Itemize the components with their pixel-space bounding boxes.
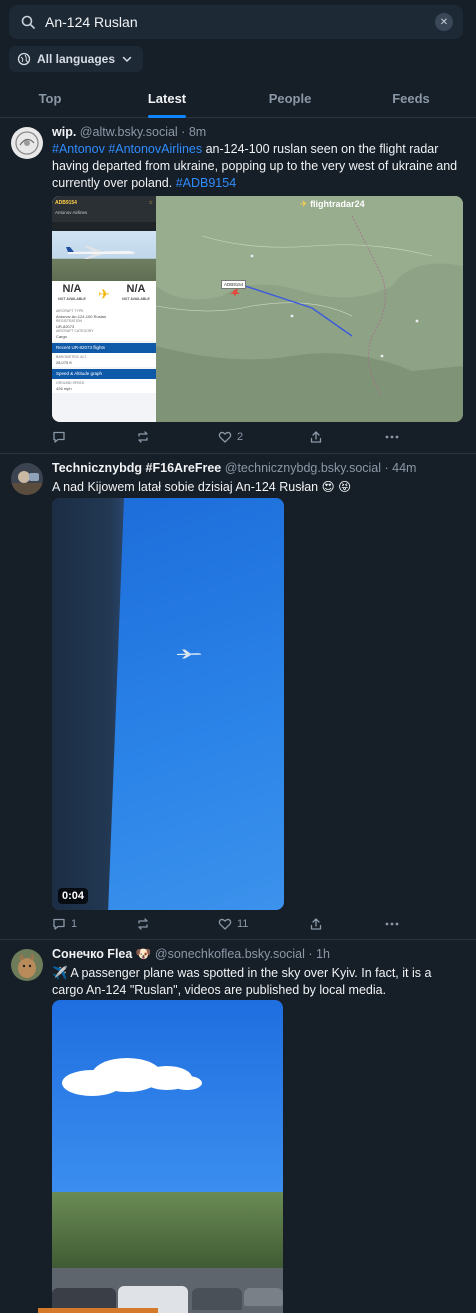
reply-icon [53,918,65,930]
tab-top[interactable]: Top [0,80,100,117]
route-plane-icon: ✈ [98,285,110,302]
post[interactable]: wip. @altw.bsky.social · 8m #Antonov #An… [0,118,476,454]
post-text: #Antonov #AntonovAirlines an-124-100 rus… [52,141,462,192]
share-icon [310,918,322,930]
speed-details: GROUND SPEED 426 mph [52,379,156,393]
tree-line [52,1192,283,1270]
hashtag-link[interactable]: #AntonovAirlines [108,142,202,156]
post-video[interactable] [52,1000,283,1313]
airplane-icon [177,649,202,659]
flight-info-header: ADB9154 ☆ [52,196,156,210]
flight-status-bar [52,222,156,231]
hashtag-link[interactable]: #ADB9154 [176,176,236,190]
search-tabs: Top Latest People Feeds [0,80,476,118]
loading-indicator [38,1308,158,1313]
more-options-button[interactable] [384,430,400,444]
airline-name: Antonov Airlines [52,210,156,222]
cloud [172,1076,202,1090]
post-actions: 1 11 [52,917,462,933]
car [192,1288,242,1310]
author-handle[interactable]: @altw.bsky.social [80,125,178,139]
post-text: ✈️ A passenger plane was spotted in the … [52,966,432,997]
post-header: Technicznybdg #F16AreFree @technicznybdg… [52,461,416,475]
clear-search-icon[interactable]: ✕ [435,13,453,31]
heart-icon [218,431,232,443]
repost-button[interactable] [136,430,155,444]
post-time[interactable]: · 44m [385,461,417,475]
search-icon [19,13,37,31]
origin-code: N/A NOT AVAILABLE [58,283,86,302]
reply-icon [53,431,65,443]
ellipsis-icon [385,435,399,439]
author-name[interactable]: Technicznybdg #F16AreFree [52,461,221,475]
recent-flights-bar: Recent UR-82073 flights [52,343,156,353]
repost-icon [138,431,148,443]
star-icon: ☆ [148,200,153,206]
author-handle[interactable]: @sonechkoflea.bsky.social [155,947,305,961]
aircraft-details: AIRCRAFT TYPE Antonov An-124-100 Ruslan R… [52,307,156,341]
video-thumbnail [52,1000,283,1313]
reply-button[interactable] [52,430,71,444]
flight-info-panel: ADB9154 ☆ Antonov Airlines N/A NOT AVAILA… [52,196,156,422]
avatar[interactable] [11,463,43,495]
language-filter-button[interactable]: All languages [9,46,144,72]
search-input[interactable]: An-124 Ruslan [45,14,435,30]
car [244,1288,283,1306]
tab-latest[interactable]: Latest [100,80,234,117]
avatar[interactable] [11,127,43,159]
chevron-down-icon [121,53,133,65]
post-image[interactable]: ✈ flightradar24 ADB9154 ADB9154 ☆ Antono… [52,196,463,422]
author-emoji: 🐶 [135,947,152,961]
like-count: 11 [237,918,249,930]
destination-code: N/A NOT AVAILABLE [122,283,150,302]
author-handle[interactable]: @technicznybdg.bsky.social [225,461,381,475]
share-button[interactable] [309,917,323,931]
post[interactable]: Technicznybdg #F16AreFree @technicznybdg… [0,454,476,940]
language-filter-label: All languages [37,52,116,66]
flight-map-label: ADB9154 [221,280,247,289]
post-time[interactable]: · 8m [181,125,206,139]
more-options-button[interactable] [384,917,400,931]
avatar[interactable] [11,949,43,981]
tab-people[interactable]: People [234,80,346,117]
post-time[interactable]: · 1h [308,947,330,961]
search-bar[interactable]: An-124 Ruslan ✕ [9,5,463,39]
speed-altitude-bar: Speed & Altitude graph [52,369,156,379]
like-button[interactable]: 11 [218,917,248,931]
author-name[interactable]: Сонечко Flea [52,947,132,961]
reply-button[interactable]: 1 [52,917,77,931]
video-thumbnail: 0:04 [52,498,284,910]
flight-radar-screenshot: ✈ flightradar24 ADB9154 ADB9154 ☆ Antono… [52,196,463,422]
hashtag-link[interactable]: #Antonov [52,142,105,156]
aircraft-photo [52,231,156,281]
callsign: ADB9154 [55,200,77,206]
airplane-icon [66,246,135,259]
post-header: Сонечко Flea 🐶 @sonechkoflea.bsky.social… [52,947,330,962]
like-button[interactable]: 2 [218,430,243,444]
globe-icon [17,52,31,66]
video-duration: 0:04 [58,888,89,904]
tab-feeds[interactable]: Feeds [346,80,476,117]
post-header: wip. @altw.bsky.social · 8m [52,125,206,139]
post-video[interactable]: 0:04 [52,498,284,910]
flightradar-logo: ✈ flightradar24 [300,199,365,209]
author-name[interactable]: wip. [52,125,76,139]
building-wall [52,498,124,910]
route-panel: N/A NOT AVAILABLE ✈ N/A NOT AVAILABLE [52,281,156,307]
like-count: 2 [237,431,244,443]
ellipsis-icon [385,922,399,926]
altitude-details: BAROMETRIC ALT. 28,075 ft [52,353,156,367]
post[interactable]: Сонечко Flea 🐶 @sonechkoflea.bsky.social… [0,940,476,1313]
reply-count: 1 [71,918,78,930]
post-actions: 2 [52,430,462,446]
repost-icon [138,918,148,930]
share-icon [310,431,322,443]
repost-button[interactable] [136,917,155,931]
post-text: A nad Kijowem latał sobie dzisiaj An-124… [52,480,352,494]
heart-icon [218,918,232,930]
share-button[interactable] [309,430,323,444]
